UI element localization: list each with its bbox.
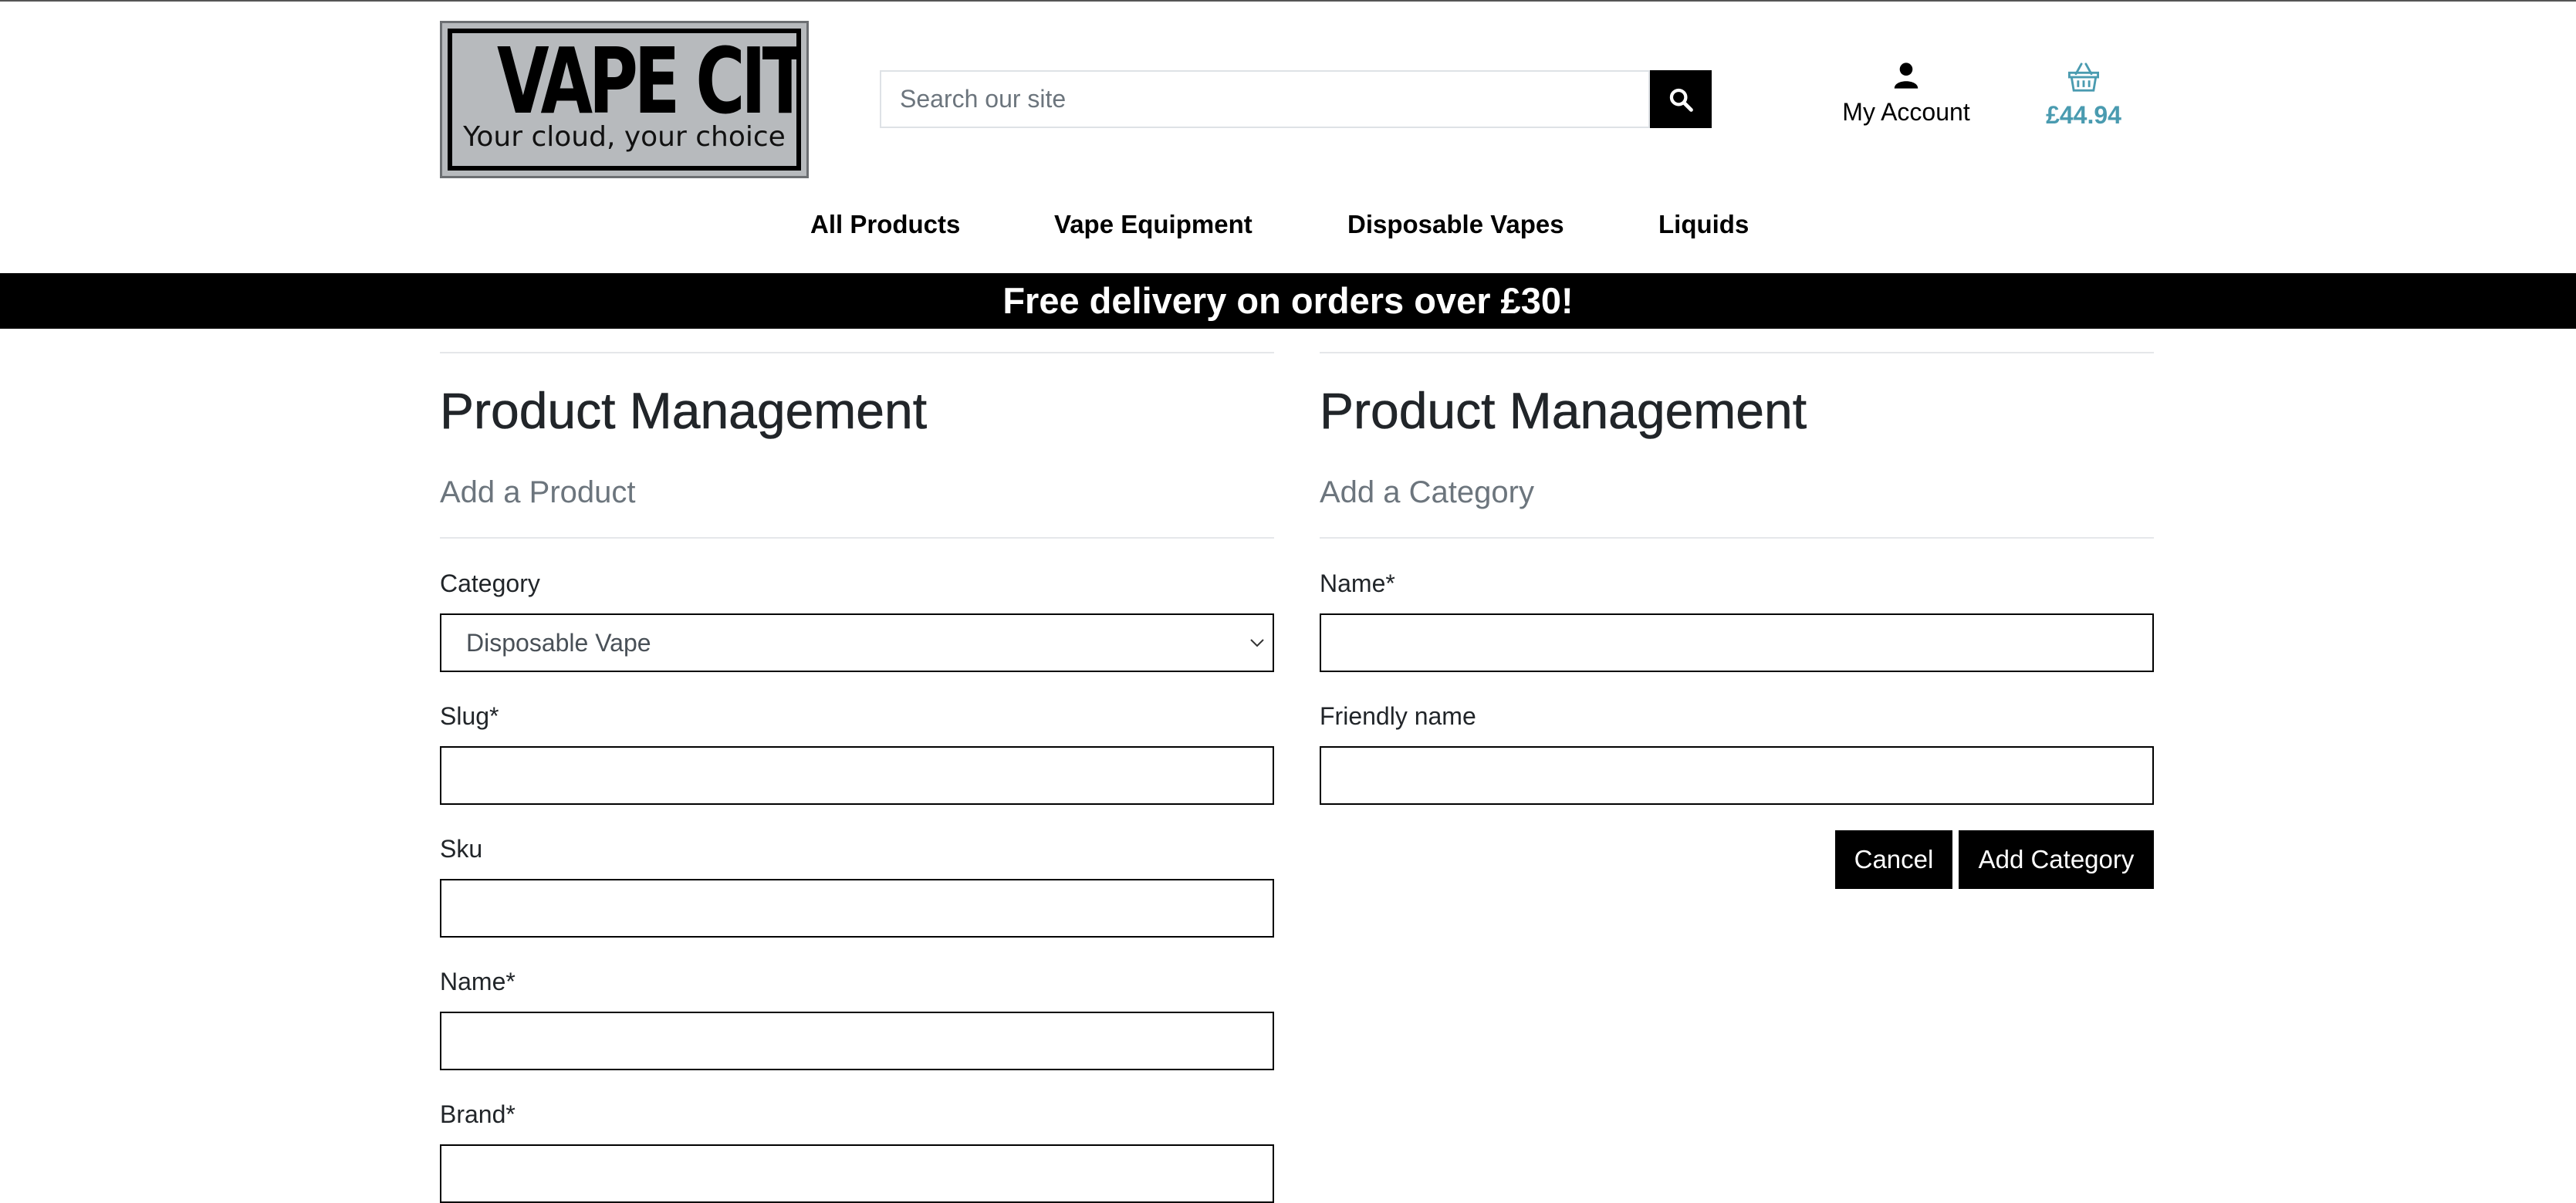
friendly-name-label: Friendly name — [1320, 702, 1476, 730]
logo-title: VAPE CITY — [496, 29, 801, 134]
main-nav: All Products Vape Equipment Disposable V… — [0, 210, 2576, 248]
category-label: Category — [440, 569, 540, 597]
top-rule — [0, 0, 2576, 2]
basket-link[interactable]: £44.94 — [2030, 62, 2138, 130]
add-category-form: Product Management Add a Category Name* … — [1320, 352, 2154, 889]
nav-all-products[interactable]: All Products — [810, 210, 960, 239]
slug-input[interactable] — [440, 746, 1274, 805]
add-category-button[interactable]: Add Category — [1959, 830, 2154, 889]
add-category-heading: Add a Category — [1320, 475, 1534, 509]
basket-total: £44.94 — [2046, 101, 2121, 129]
my-account-label: My Account — [1842, 98, 1970, 126]
nav-vape-equipment[interactable]: Vape Equipment — [1054, 210, 1253, 239]
delivery-banner-text: Free delivery on orders over £30! — [1002, 280, 1574, 321]
brand-label: Brand* — [440, 1100, 516, 1128]
delivery-banner: Free delivery on orders over £30! — [0, 273, 2576, 329]
category-name-label: Name* — [1320, 569, 1395, 597]
heading-divider — [1320, 537, 2154, 539]
add-product-heading: Add a Product — [440, 475, 636, 509]
product-name-label: Name* — [440, 968, 516, 995]
chevron-down-icon — [1250, 639, 1264, 647]
search-input[interactable] — [881, 72, 1648, 127]
nav-disposable-vapes[interactable]: Disposable Vapes — [1347, 210, 1564, 239]
search-button[interactable] — [1650, 70, 1712, 128]
magnifier-icon — [1669, 88, 1693, 112]
logo-frame: VAPE CITY Your cloud, your choice — [448, 29, 801, 171]
section-divider — [1320, 352, 2154, 353]
user-icon — [1894, 63, 1918, 89]
page-title: Product Management — [1320, 382, 1807, 440]
sku-label: Sku — [440, 835, 483, 863]
slug-label: Slug* — [440, 702, 499, 730]
category-select-value: Disposable Vape — [466, 629, 651, 657]
my-account-link[interactable]: My Account — [1829, 62, 1983, 127]
basket-icon — [2068, 63, 2099, 92]
section-divider — [440, 352, 1274, 353]
page-title: Product Management — [440, 382, 928, 440]
site-logo[interactable]: VAPE CITY Your cloud, your choice — [440, 21, 809, 178]
friendly-name-input[interactable] — [1320, 746, 2154, 805]
heading-divider — [440, 537, 1274, 539]
sku-input[interactable] — [440, 879, 1274, 938]
category-name-input[interactable] — [1320, 613, 2154, 672]
category-select[interactable]: Disposable Vape — [440, 613, 1274, 672]
add-product-form: Product Management Add a Product Categor… — [440, 352, 1274, 1203]
search-box — [880, 70, 1650, 128]
nav-liquids[interactable]: Liquids — [1658, 210, 1749, 239]
brand-input[interactable] — [440, 1144, 1274, 1203]
product-name-input[interactable] — [440, 1012, 1274, 1070]
cancel-button[interactable]: Cancel — [1835, 830, 1952, 889]
